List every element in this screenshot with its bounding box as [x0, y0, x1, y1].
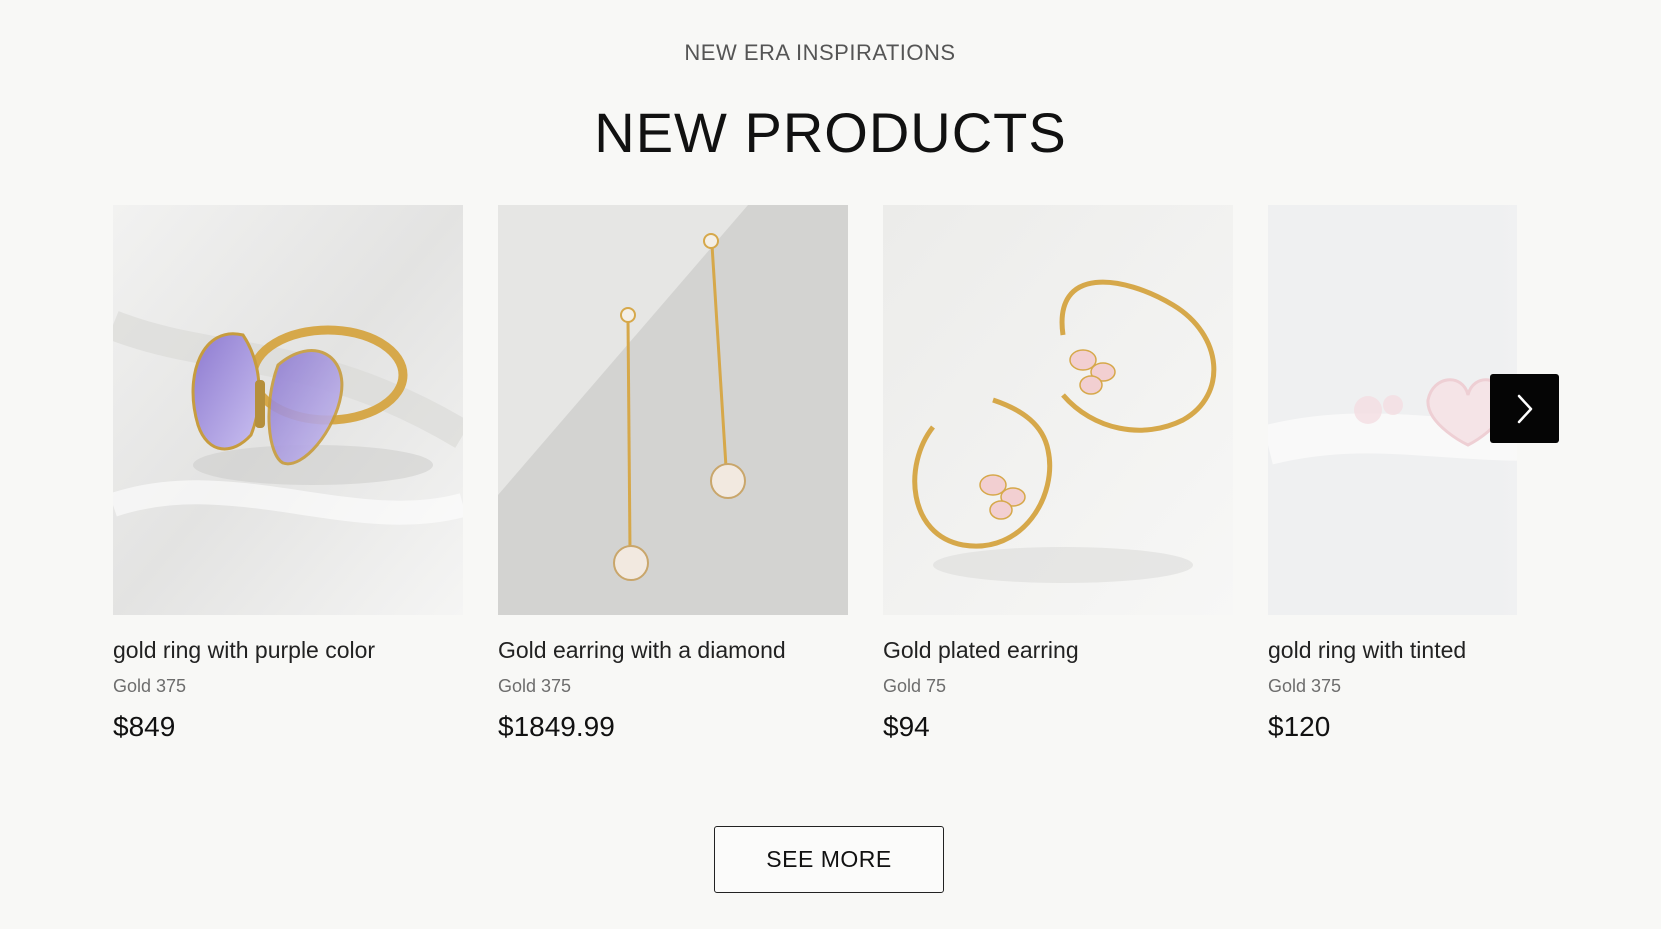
- product-image[interactable]: [1268, 205, 1517, 615]
- hoop-earring-image: [883, 205, 1233, 615]
- product-track: gold ring with purple color Gold 375 $84…: [113, 205, 1517, 743]
- product-carousel: gold ring with purple color Gold 375 $84…: [113, 205, 1517, 765]
- product-card[interactable]: gold ring with tinted Gold 375 $120: [1268, 205, 1517, 743]
- product-name[interactable]: Gold plated earring: [883, 637, 1233, 664]
- drop-earring-image: [498, 205, 848, 615]
- new-products-section: NEW ERA INSPIRATIONS NEW PRODUCTS gold r…: [0, 0, 1661, 929]
- section-title: NEW PRODUCTS: [594, 101, 1067, 164]
- product-image[interactable]: [113, 205, 463, 615]
- product-material: Gold 375: [113, 676, 187, 696]
- product-card[interactable]: gold ring with purple color Gold 375 $84…: [113, 205, 463, 743]
- section-eyebrow: NEW ERA INSPIRATIONS: [684, 40, 956, 65]
- heart-ring-image: [1268, 205, 1517, 615]
- product-name[interactable]: gold ring with purple color: [113, 637, 463, 664]
- product-name[interactable]: gold ring with tinted: [1268, 637, 1517, 664]
- product-name[interactable]: Gold earring with a diamond: [498, 637, 848, 664]
- product-image[interactable]: [883, 205, 1233, 615]
- product-material: Gold 375: [1268, 676, 1342, 696]
- product-card[interactable]: Gold plated earring Gold 75 $94: [883, 205, 1233, 743]
- product-material: Gold 75: [883, 676, 947, 696]
- see-more-button[interactable]: SEE MORE: [714, 826, 944, 893]
- product-image[interactable]: [498, 205, 848, 615]
- butterfly-ring-image: [113, 205, 463, 615]
- product-material: Gold 375: [498, 676, 572, 696]
- product-price: $1849.99: [498, 711, 615, 742]
- product-price: $120: [1268, 711, 1331, 742]
- product-price: $94: [883, 711, 930, 742]
- carousel-next-button[interactable]: [1490, 374, 1559, 443]
- product-price: $849: [113, 711, 176, 742]
- product-card[interactable]: Gold earring with a diamond Gold 375 $18…: [498, 205, 848, 743]
- chevron-right-icon: [1517, 394, 1532, 423]
